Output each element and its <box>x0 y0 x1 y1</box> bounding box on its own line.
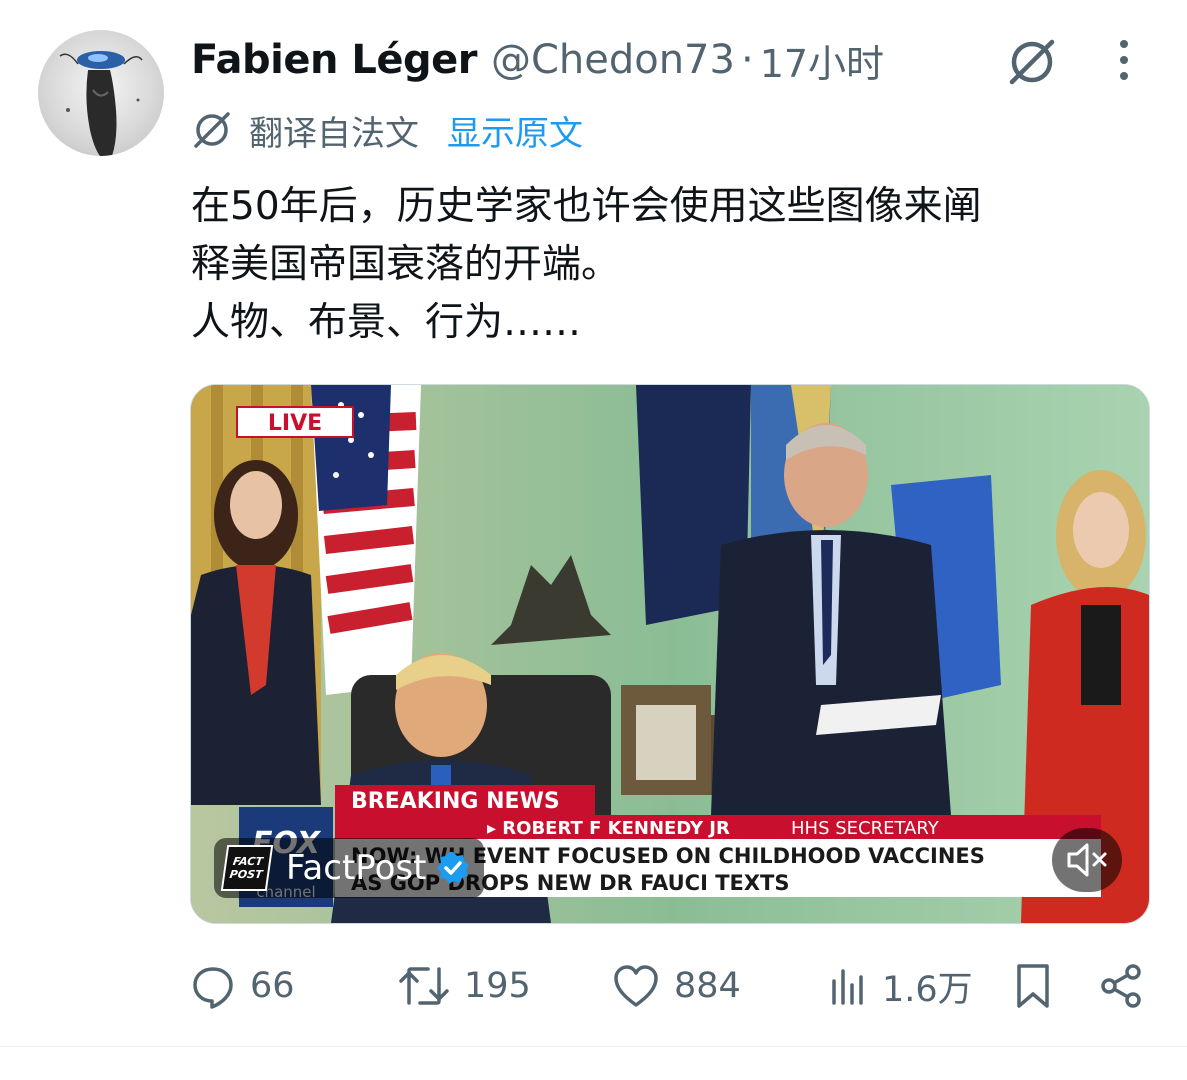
avatar-image <box>59 51 143 156</box>
lower-third-name: ▸ ROBERT F KENNEDY JR <box>487 818 730 839</box>
translation-bar: 翻译自法文 显示原文 <box>191 106 583 154</box>
channel-logo-line: FACT <box>232 855 264 868</box>
header-separator: · <box>740 37 754 83</box>
channel-logo: FACT POST <box>220 845 274 891</box>
views-button[interactable]: 1.6万 <box>828 960 973 1012</box>
verified-badge-icon <box>437 852 470 884</box>
bookmark-button[interactable] <box>1014 960 1052 1012</box>
more-options-button[interactable] <box>1100 36 1148 84</box>
author-display-name[interactable]: Fabien Léger <box>191 37 477 83</box>
bottom-strip <box>0 1047 1187 1080</box>
tweet-header: Fabien Léger @Chedon73 · 17小时 <box>191 34 884 86</box>
mute-icon <box>1067 843 1107 877</box>
channel-logo-line: POST <box>228 868 264 881</box>
grok-button[interactable] <box>1000 30 1064 94</box>
repost-icon <box>399 967 449 1005</box>
like-count: 884 <box>674 966 741 1006</box>
tweet-timestamp[interactable]: 17小时 <box>760 33 884 88</box>
reply-count: 66 <box>250 966 295 1006</box>
show-original-link[interactable]: 显示原文 <box>447 106 583 155</box>
tweet-text: 在50年后，历史学家也许会使用这些图像来阐 释美国帝国衰落的开端。 人物、布景、… <box>191 178 1161 352</box>
channel-name: FactPost <box>286 848 427 888</box>
reply-icon <box>193 967 233 1009</box>
tweet-text-line: 在50年后，历史学家也许会使用这些图像来阐 <box>191 184 982 229</box>
lower-third-title: HHS SECRETARY <box>791 818 940 839</box>
grok-translate-icon <box>194 112 230 148</box>
like-button[interactable]: 884 <box>612 960 741 1012</box>
translation-label: 翻译自法文 <box>249 113 419 154</box>
live-badge: LIVE <box>236 406 354 438</box>
live-badge-text: LIVE <box>268 411 322 436</box>
tweet-text-line: 释美国帝国衰落的开端。 <box>191 242 621 287</box>
mute-button[interactable] <box>1052 828 1122 892</box>
grok-icon <box>1009 39 1055 85</box>
repost-count: 195 <box>464 966 531 1006</box>
more-icon <box>1120 40 1128 80</box>
share-icon <box>1101 964 1141 1008</box>
tweet-action-bar: 66 195 884 1.6万 <box>188 960 1148 1012</box>
video-channel-chip[interactable]: FACT POST FactPost <box>214 838 485 898</box>
breaking-news-text: BREAKING NEWS <box>351 789 560 814</box>
views-count: 1.6万 <box>882 969 973 1010</box>
like-icon <box>614 965 658 1007</box>
reply-button[interactable]: 66 <box>190 960 295 1012</box>
author-handle[interactable]: @Chedon73 <box>491 37 735 83</box>
tweet-text-line: 人物、布景、行为…… <box>191 300 582 345</box>
repost-button[interactable]: 195 <box>398 960 531 1012</box>
share-button[interactable] <box>1098 960 1144 1012</box>
avatar[interactable] <box>38 30 164 156</box>
views-icon <box>832 969 863 1005</box>
bookmark-icon <box>1017 964 1049 1008</box>
